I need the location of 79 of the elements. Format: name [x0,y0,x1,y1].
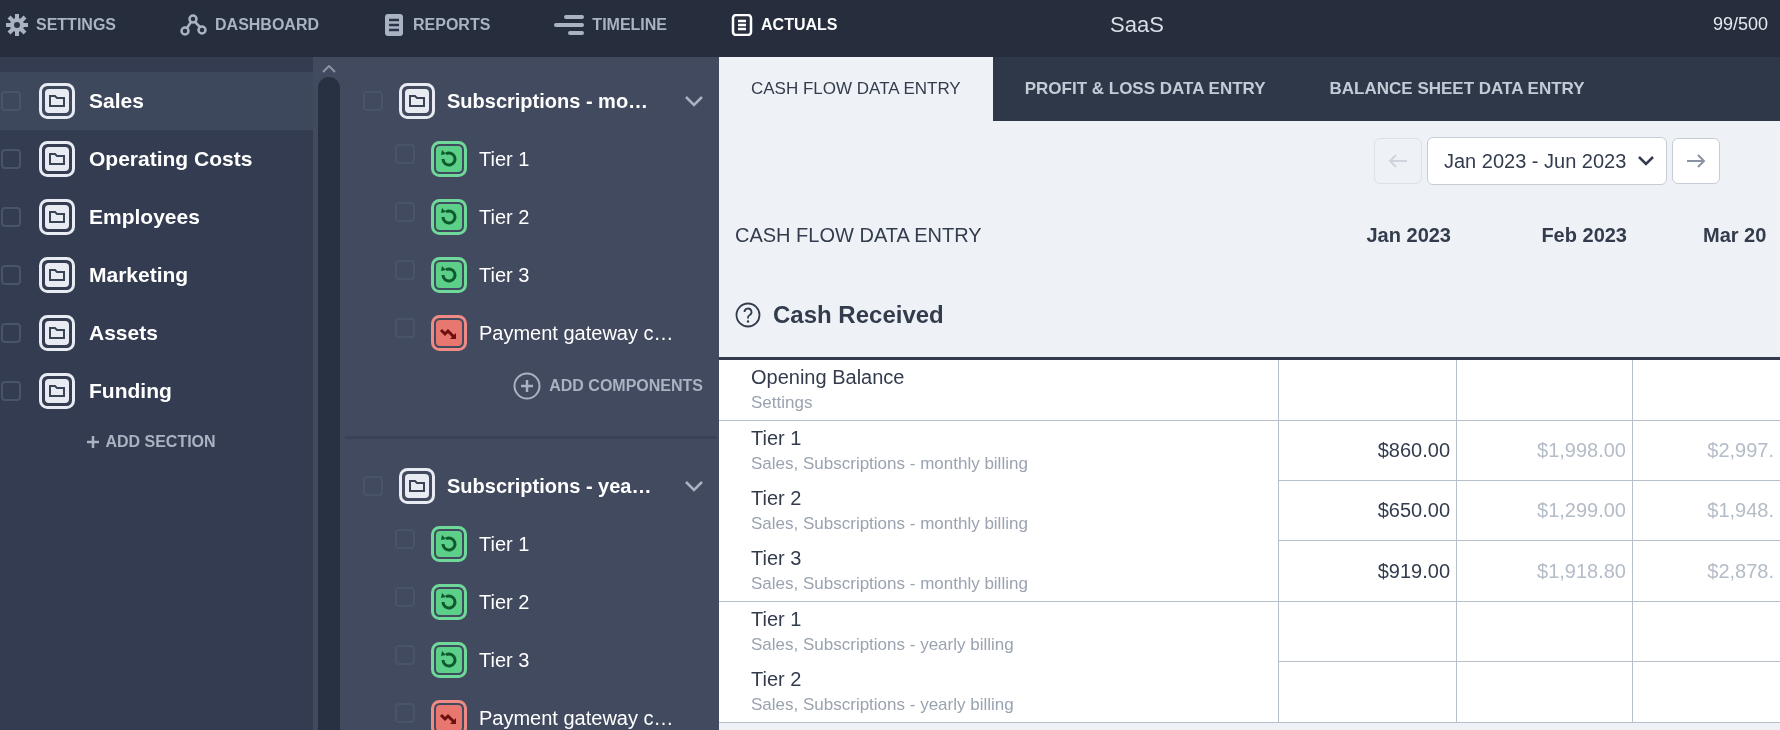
tab[interactable]: CASH FLOW DATA ENTRY [719,57,993,121]
gear-icon [6,14,28,36]
add-section-button[interactable]: ADD SECTION [81,432,222,452]
row-label: Tier 1 [751,608,803,631]
column-header: Feb 2023 [1540,223,1628,247]
group-title: Subscriptions - yea… [447,474,653,498]
row-subtitle: Sales, Subscriptions - yearly billing [751,695,1015,715]
folder-icon [399,468,435,504]
column-header: Mar 20 [1702,223,1768,247]
component-item[interactable]: Payment gateway c… [363,689,703,730]
nav-tab[interactable]: ACTUALS [731,14,838,36]
usage-counter: 99/500 [1712,14,1768,35]
document-icon [731,14,754,36]
checkbox[interactable] [1,149,21,169]
table-title: CASH FLOW DATA ENTRY [734,223,983,247]
tab[interactable]: BALANCE SHEET DATA ENTRY [1297,57,1617,121]
component-item[interactable]: Tier 3 [363,246,703,304]
row-label: Tier 2 [751,668,803,691]
row-subtitle: Settings [751,393,814,413]
chevron-icon[interactable] [685,95,703,107]
component-item[interactable]: Tier 3 [363,631,703,689]
folder-icon [399,83,435,119]
chevron-icon[interactable] [685,480,703,492]
folder-icon [39,257,75,293]
folder-icon [39,315,75,351]
folder-icon [39,199,75,235]
arrow-left-icon [1388,154,1408,168]
app-title: SaaS [1110,12,1164,38]
sidebar-item[interactable]: Marketing [0,246,313,304]
add-components-button[interactable]: ADD COMPONENTS [513,368,703,404]
component-item[interactable]: Payment gateway c… [363,304,703,362]
nav-tab[interactable]: SETTINGS [6,14,116,36]
help-icon [735,302,761,328]
arrow-right-icon [1686,154,1707,168]
component-item[interactable]: Tier 1 [363,515,703,573]
nav-tab[interactable]: DASHBOARD [180,14,319,36]
row-label: Tier 2 [751,487,803,510]
timeline-icon [554,14,585,36]
nav-tab[interactable]: REPORTS [383,14,491,36]
column-header: Jan 2023 [1365,223,1452,247]
component-item[interactable]: Tier 2 [363,573,703,631]
row-label: Tier 1 [751,427,803,450]
chevron-icon [1638,156,1655,166]
plus-circle-icon [513,372,542,400]
component-item[interactable]: Tier 2 [363,188,703,246]
document-icon [383,14,405,36]
caret-up-icon [322,65,336,73]
next-button[interactable] [1672,138,1721,184]
checkbox[interactable] [1,323,21,343]
checkbox[interactable] [1,207,21,227]
table-cell[interactable]: $860.00 [1279,421,1457,480]
scrollbar-thumb[interactable] [318,77,340,730]
table-cell[interactable]: $919.00 [1279,541,1457,601]
network-nodes-icon [180,14,207,36]
sidebar-item[interactable]: Assets [0,304,313,362]
folder-icon [39,83,75,119]
sidebar-item[interactable]: Employees [0,188,313,246]
tab[interactable]: PROFIT & LOSS DATA ENTRY [992,57,1298,121]
component-item[interactable]: Tier 1 [363,130,703,188]
sidebar-item[interactable]: Funding [0,362,313,420]
row-subtitle: Sales, Subscriptions - monthly billing [751,454,1029,474]
row-label: Tier 3 [751,547,803,570]
section-title: Cash Received [773,301,944,329]
row-subtitle: Sales, Subscriptions - yearly billing [751,635,1015,655]
table-cell[interactable]: $650.00 [1279,481,1457,540]
period-dropdown[interactable]: Jan 2023 - Jun 2023 [1427,137,1668,185]
nav-tab[interactable]: TIMELINE [554,14,668,36]
scrollbar[interactable] [313,57,345,730]
folder-icon [39,373,75,409]
row-subtitle: Sales, Subscriptions - monthly billing [751,514,1029,534]
sidebar-item[interactable]: Operating Costs [0,130,313,188]
plus-icon [87,436,100,448]
checkbox[interactable] [1,381,21,401]
checkbox[interactable] [1,265,21,285]
group-title: Subscriptions - mo… [447,89,650,113]
row-label: Opening Balance [751,366,906,389]
sidebar-item[interactable]: Sales [0,72,313,130]
folder-icon [39,141,75,177]
row-subtitle: Sales, Subscriptions - monthly billing [751,574,1029,594]
